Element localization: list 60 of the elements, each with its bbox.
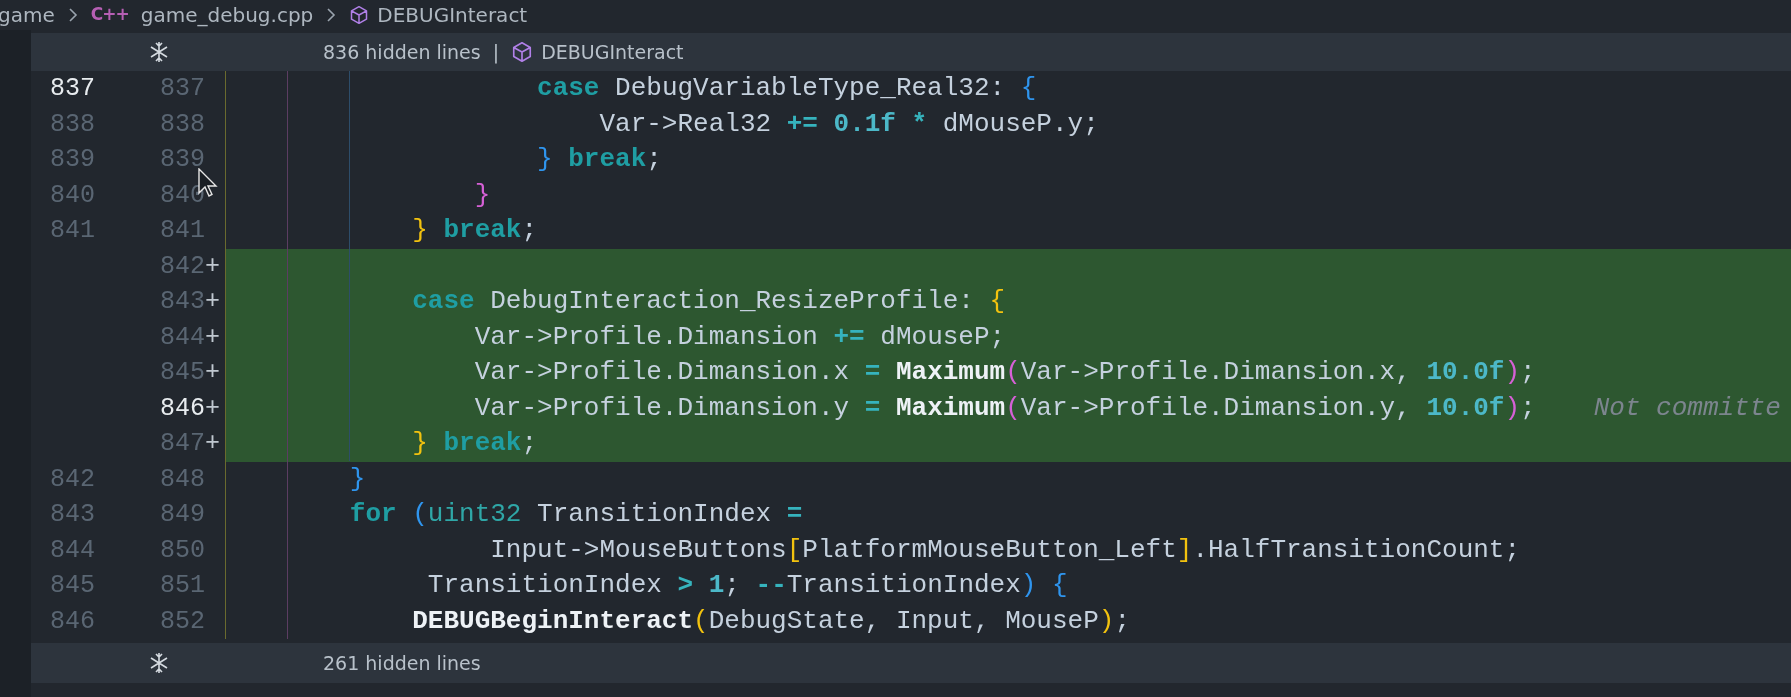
breadcrumb-item[interactable]: game_debug.cpp <box>140 0 314 30</box>
cpp-file-icon: C++ <box>90 2 129 28</box>
line-number: 844 <box>50 535 95 565</box>
line-number: 839 <box>50 145 95 174</box>
added-marker: + <box>205 322 220 352</box>
line-number: 845 <box>160 358 205 387</box>
line-number: 838 <box>160 109 205 139</box>
added-marker: + <box>205 358 220 387</box>
line-number: 850 <box>160 535 205 565</box>
line-number: 842 <box>50 464 95 494</box>
code-line: Input->MouseButtons[PlatformMouseButton_Left].HalfTransitionCount; <box>489 533 1521 567</box>
hidden-lines-bar[interactable]: 836 hidden lines | DEBUGInteract <box>31 33 1791 71</box>
hidden-lines-label: 261 hidden lines <box>323 650 481 676</box>
code-line: Var->Real32 += 0.1f * dMouseP.y; <box>598 107 1099 141</box>
line-number: 842 <box>160 251 205 281</box>
breadcrumb-item[interactable]: DEBUGInteract <box>377 0 528 30</box>
code-line: } break; <box>411 427 538 460</box>
code-line: case DebugVariableType_Real32: { <box>536 72 1037 105</box>
separator-text: | <box>492 39 500 66</box>
line-number: 843 <box>160 287 205 316</box>
code-line: Var->Profile.Dimansion += dMouseP; <box>473 320 1006 354</box>
added-marker: + <box>205 251 220 281</box>
code-line: Var->Profile.Dimansion.x = Maximum(Var->Profile.Dimansion.x, 10.0f); <box>473 356 1536 389</box>
line-number: 846 <box>50 606 95 636</box>
code-line: case DebugInteraction_ResizeProfile: { <box>411 285 1006 318</box>
line-number: 840 <box>50 180 95 210</box>
line-number: 845 <box>50 571 95 600</box>
line-number: 838 <box>50 109 95 139</box>
code-line: } break; <box>411 214 538 247</box>
symbol-name: DEBUGInteract <box>541 39 684 65</box>
code-line: } <box>473 178 491 212</box>
added-marker: + <box>205 287 220 316</box>
chevron-right-icon <box>66 6 79 24</box>
line-number: 849 <box>160 500 205 529</box>
code-line: } <box>348 462 366 496</box>
code-line: DEBUGBeginInteract(DebugState, Input, MouseP); <box>411 604 1130 638</box>
line-number: 837 <box>50 74 95 103</box>
line-number: 843 <box>50 500 95 529</box>
code-line: Var->Profile.Dimansion.y = Maximum(Var->Profile.Dimansion.y, 10.0f); Not committe <box>473 391 1781 425</box>
code-line: } break; <box>536 143 662 176</box>
line-number: 841 <box>160 216 205 245</box>
hidden-lines-label: 836 hidden lines <box>323 39 481 65</box>
cube-icon <box>511 41 534 63</box>
cube-icon <box>349 5 370 25</box>
line-number: 847 <box>160 429 205 458</box>
code-line: for (uint32 TransitionIndex = <box>348 498 803 531</box>
line-number: 839 <box>160 145 205 174</box>
code-line: TransitionIndex > 1; --TransitionIndex) { <box>426 569 1068 602</box>
hidden-lines-bar[interactable]: 261 hidden lines <box>31 643 1791 683</box>
added-marker: + <box>205 393 220 423</box>
line-number: 837 <box>160 74 205 103</box>
line-number: 841 <box>50 216 95 245</box>
line-number: 852 <box>160 606 205 636</box>
line-number: 846 <box>160 393 205 423</box>
added-marker: + <box>205 429 220 458</box>
line-number: 840 <box>160 180 205 210</box>
chevron-right-icon <box>325 6 338 24</box>
line-number: 844 <box>160 322 205 352</box>
line-number: 848 <box>160 464 205 494</box>
line-number: 851 <box>160 571 205 600</box>
